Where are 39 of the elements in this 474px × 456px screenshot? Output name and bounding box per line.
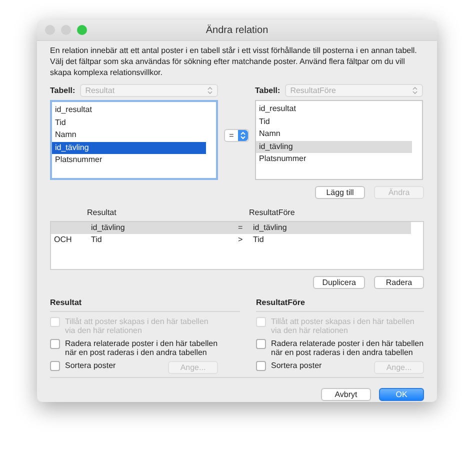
column-header: Resultat [87,208,118,219]
window-control[interactable] [45,25,55,35]
field-list-item[interactable]: Platsnummer [52,154,206,166]
field-list-item[interactable]: Namn [256,128,412,140]
checkbox-label: Sortera poster [271,361,322,370]
checkbox[interactable] [256,339,266,349]
window-control[interactable] [77,25,87,35]
stepper-icon[interactable] [238,130,248,141]
checkbox-label: Radera relaterade poster i den här tabellen när en post raderas i den andra tabellen [271,339,424,357]
field-list-item[interactable]: id_resultat [52,104,206,116]
checkbox[interactable] [50,361,60,371]
field-list-item[interactable]: Tid [52,116,206,129]
operator-select[interactable]: = [224,129,249,142]
button[interactable]: Radera [374,276,424,289]
column-header: ResultatFöre [249,208,296,219]
checkbox-label: Sortera poster [65,361,116,370]
field-list-item[interactable]: id_resultat [256,103,412,116]
window-control[interactable] [61,25,71,35]
cancel-button[interactable]: Avbryt [321,388,371,401]
field-list-item[interactable]: Namn [52,129,206,142]
section-title: ResultatFöre [256,298,424,312]
button[interactable]: Lägg till [315,186,365,199]
field-list-item[interactable]: id_tävling [256,140,412,153]
field-list-item[interactable]: Tid [256,116,412,128]
criteria-row[interactable]: id_tävling = id_tävling [51,222,411,234]
stepper-icon [207,86,213,94]
section-title: Resultat [50,298,240,312]
checkbox[interactable] [50,339,60,349]
field-list-item[interactable]: id_tävling [52,142,206,154]
checkbox-label: Radera relaterade poster i den här tabellen när en post raderas i den andra tabellen [65,339,219,357]
stepper-icon [412,86,418,94]
button[interactable]: Duplicera [313,276,365,289]
table-label: Tabell: [255,86,280,94]
description-text: En relation innebär att ett antal poster i en tabell står i ett visst förhållande till posterna i en annan tabell. Välj det fältpar som ska användas för sökning efter matchande poster. Använd flera fältpar om du vill skapa komplexa relationsvillkor. [50,45,418,78]
window-title: Ändra relation [206,24,268,36]
criteria-row[interactable]: OCH Tid > Tid [51,234,411,246]
checkbox[interactable] [256,361,266,371]
table-label: Tabell: [50,86,76,94]
field-list-item[interactable]: Platsnummer [256,153,412,166]
